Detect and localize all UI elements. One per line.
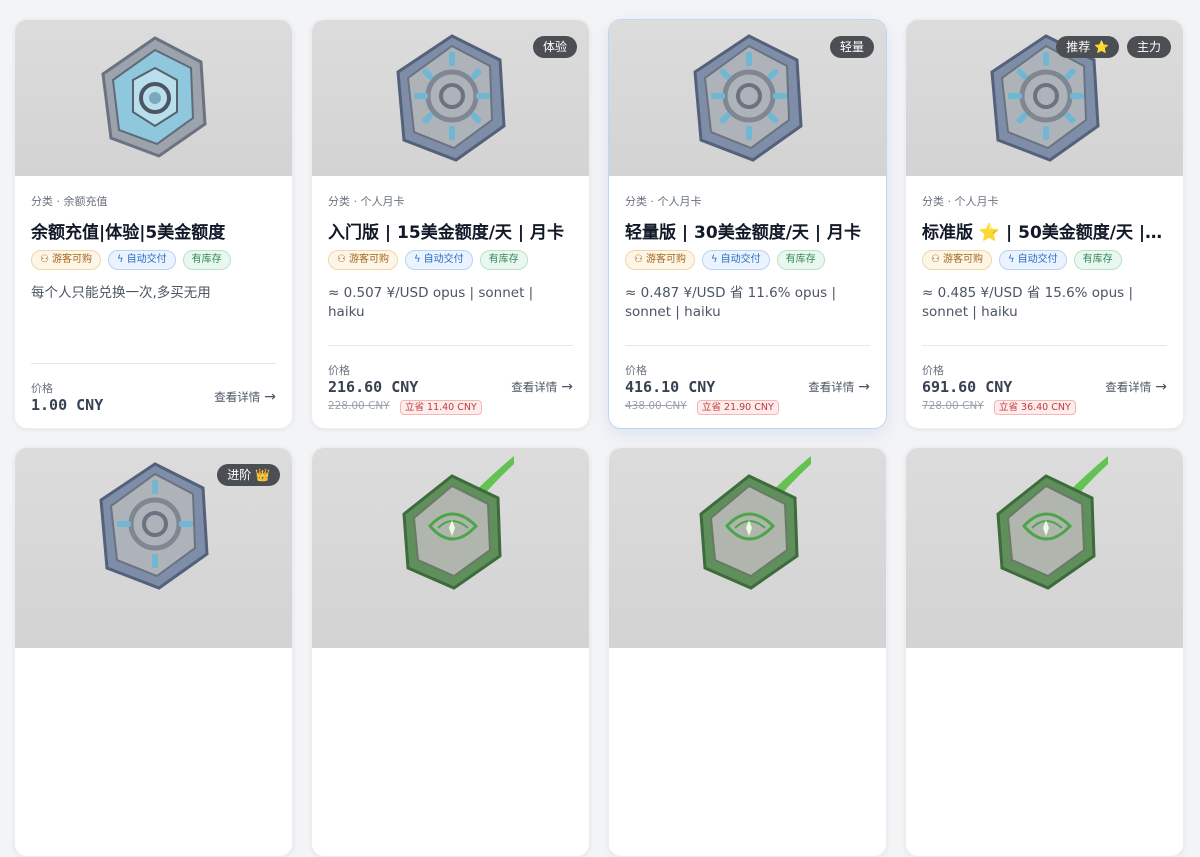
lightning-icon: ϟ [413, 254, 421, 265]
auto-delivery-tag: ϟ 自动交付 [404, 250, 473, 270]
guest-purchase-tag: ⚇ 游客可购 [922, 250, 992, 270]
product-title[interactable]: 余额充值|体验|5美金额度 [31, 218, 276, 243]
arrow-right-icon: → [561, 379, 573, 395]
product-image[interactable] [609, 448, 886, 648]
silver-ring-coin-icon [693, 34, 803, 162]
product-image[interactable] [312, 448, 589, 648]
product-card[interactable]: 进阶 👑 [14, 447, 293, 857]
product-description: ≈ 0.485 ¥/USD 省 15.6% opus | sonnet | ha… [922, 285, 1134, 320]
divider [922, 345, 1167, 346]
product-image[interactable]: 推荐 ⭐ 主力 [906, 20, 1183, 176]
original-price: 728.00 CNY [922, 400, 984, 412]
price-label: 价格 [328, 364, 350, 377]
badge-light: 轻量 [829, 36, 874, 58]
view-details-link[interactable]: 查看详情 → [511, 379, 573, 395]
user-check-icon: ⚇ [337, 254, 346, 265]
product-title[interactable]: 标准版 ⭐ | 50美金额度/天 | 月卡 [922, 218, 1167, 243]
guest-purchase-tag: ⚇ 游客可购 [328, 250, 398, 270]
product-card[interactable]: 轻量 分类 · 个人月卡 轻量版 | 30美金额度/天 | 月卡 ⚇ 游客可购 ϟ… [608, 19, 887, 429]
in-stock-tag: 有库存 [479, 250, 528, 270]
category-label: 分类 · 个人月卡 [625, 195, 702, 208]
green-swirl-coin-icon [402, 456, 514, 590]
category-label: 分类 · 余额充值 [31, 195, 108, 208]
price-value: 216.60 CNY [328, 378, 419, 396]
blue-gem-coin-icon [101, 36, 207, 158]
price-label: 价格 [922, 364, 944, 377]
in-stock-tag: 有库存 [182, 250, 231, 270]
price-label: 价格 [31, 382, 53, 395]
product-card[interactable] [905, 447, 1184, 857]
savings-badge: 立省 36.40 CNY [994, 400, 1076, 415]
product-card[interactable] [608, 447, 887, 857]
price-label: 价格 [625, 364, 647, 377]
green-swirl-coin-icon [699, 456, 811, 590]
product-image[interactable] [906, 448, 1183, 648]
user-check-icon: ⚇ [931, 254, 940, 265]
auto-delivery-tag: ϟ 自动交付 [701, 250, 770, 270]
auto-delivery-tag: ϟ 自动交付 [998, 250, 1067, 270]
product-card[interactable]: 体验 分类 · 个人月卡 入门版 | 15美金额度/天 | 月卡 ⚇ 游客可购 ϟ… [311, 19, 590, 429]
user-check-icon: ⚇ [40, 254, 49, 265]
price-value: 691.60 CNY [922, 378, 1013, 396]
product-image[interactable]: 轻量 [609, 20, 886, 176]
green-swirl-coin-icon [996, 456, 1108, 590]
product-description: ≈ 0.487 ¥/USD 省 11.6% opus | sonnet | ha… [625, 285, 837, 320]
product-title[interactable]: 入门版 | 15美金额度/天 | 月卡 [328, 218, 573, 243]
badge-recommended: 推荐 ⭐ [1056, 36, 1119, 58]
badge-advanced: 进阶 👑 [217, 464, 280, 486]
lightning-icon: ϟ [1007, 254, 1015, 265]
divider [625, 345, 870, 346]
arrow-right-icon: → [858, 379, 870, 395]
price-value: 416.10 CNY [625, 378, 716, 396]
arrow-right-icon: → [1155, 379, 1167, 395]
product-card[interactable]: 分类 · 余额充值 余额充值|体验|5美金额度 ⚇ 游客可购 ϟ 自动交付 有库存 … [14, 19, 293, 429]
category-label: 分类 · 个人月卡 [922, 195, 999, 208]
lightning-icon: ϟ [710, 254, 718, 265]
product-card[interactable]: 推荐 ⭐ 主力 分类 · 个人月卡 标准版 ⭐ | 50美金额度/天 | 月卡 … [905, 19, 1184, 429]
divider [328, 345, 573, 346]
product-image[interactable]: 进阶 👑 [15, 448, 292, 648]
silver-ring-coin-icon [99, 462, 209, 590]
view-details-link[interactable]: 查看详情 → [214, 389, 276, 405]
guest-purchase-tag: ⚇ 游客可购 [31, 250, 101, 270]
view-details-link[interactable]: 查看详情 → [808, 379, 870, 395]
product-description: 每个人只能兑换一次,多买无用 [31, 285, 211, 301]
product-description: ≈ 0.507 ¥/USD opus | sonnet | haiku [328, 285, 534, 320]
user-check-icon: ⚇ [634, 254, 643, 265]
auto-delivery-tag: ϟ 自动交付 [107, 250, 176, 270]
product-card[interactable] [311, 447, 590, 857]
lightning-icon: ϟ [116, 254, 124, 265]
product-title[interactable]: 轻量版 | 30美金额度/天 | 月卡 [625, 218, 870, 243]
original-price: 228.00 CNY [328, 400, 390, 412]
silver-ring-coin-icon [396, 34, 506, 162]
savings-badge: 立省 11.40 CNY [400, 400, 482, 415]
badge-main: 主力 [1126, 36, 1171, 58]
in-stock-tag: 有库存 [776, 250, 825, 270]
category-label: 分类 · 个人月卡 [328, 195, 405, 208]
price-value: 1.00 CNY [31, 396, 104, 414]
arrow-right-icon: → [264, 389, 276, 405]
product-image[interactable]: 体验 [312, 20, 589, 176]
badge-trial: 体验 [532, 36, 577, 58]
product-image[interactable] [15, 20, 292, 176]
in-stock-tag: 有库存 [1073, 250, 1122, 270]
original-price: 438.00 CNY [625, 400, 687, 412]
divider [31, 363, 276, 364]
guest-purchase-tag: ⚇ 游客可购 [625, 250, 695, 270]
savings-badge: 立省 21.90 CNY [697, 400, 779, 415]
view-details-link[interactable]: 查看详情 → [1105, 379, 1167, 395]
